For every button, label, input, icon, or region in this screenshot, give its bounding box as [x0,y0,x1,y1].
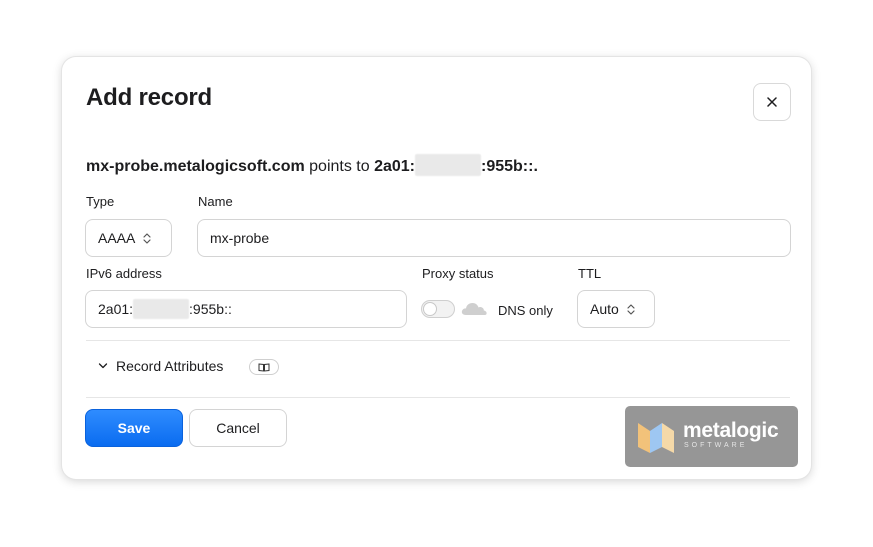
book-icon [258,362,270,372]
watermark-logo: metalogic SOFTWARE [625,406,798,467]
record-summary: mx-probe.metalogicsoft.com points to 2a0… [86,154,538,176]
toggle-knob [423,302,437,316]
docs-badge[interactable] [249,359,279,375]
record-attributes-toggle[interactable]: Record Attributes [98,358,223,374]
ipv6-suffix: :955b:: [189,301,232,317]
name-input[interactable]: mx-probe [197,219,791,257]
ipv6-input[interactable]: 2a01: :955b:: [85,290,407,328]
cancel-button[interactable]: Cancel [189,409,287,447]
metalogic-logo-icon [638,423,674,453]
ttl-value: Auto [590,301,619,317]
summary-points-to: points to [304,158,375,175]
proxy-status-label: Proxy status [422,266,494,281]
name-value: mx-probe [210,230,270,246]
summary-ip-prefix: 2a01: [374,158,415,175]
close-button[interactable] [753,83,791,121]
watermark-subtitle: SOFTWARE [684,442,748,449]
proxy-toggle[interactable] [421,300,455,318]
redacted-block [133,299,190,319]
record-attributes-label: Record Attributes [116,358,224,374]
proxy-status-value: DNS only [498,303,553,318]
chevron-down-icon [98,363,108,369]
watermark-brand: metalogic [683,419,779,442]
summary-hostname: mx-probe.metalogicsoft.com [86,158,305,175]
redacted-block [415,154,481,176]
ttl-label: TTL [578,266,602,281]
dialog-title: Add record [86,84,213,111]
ttl-select[interactable]: Auto [577,290,655,328]
summary-ip-suffix: :955b::. [481,158,538,175]
divider [86,397,790,398]
save-button[interactable]: Save [85,409,183,447]
chevron-updown-icon [627,303,635,316]
close-icon [767,97,777,107]
ipv6-label: IPv6 address [86,266,162,281]
name-label: Name [198,194,233,209]
type-value: AAAA [98,230,136,246]
chevron-updown-icon [143,232,151,245]
divider [86,340,790,341]
ipv6-prefix: 2a01: [98,301,134,317]
type-select[interactable]: AAAA [85,219,172,257]
cloud-icon [461,303,487,315]
type-label: Type [86,194,115,209]
